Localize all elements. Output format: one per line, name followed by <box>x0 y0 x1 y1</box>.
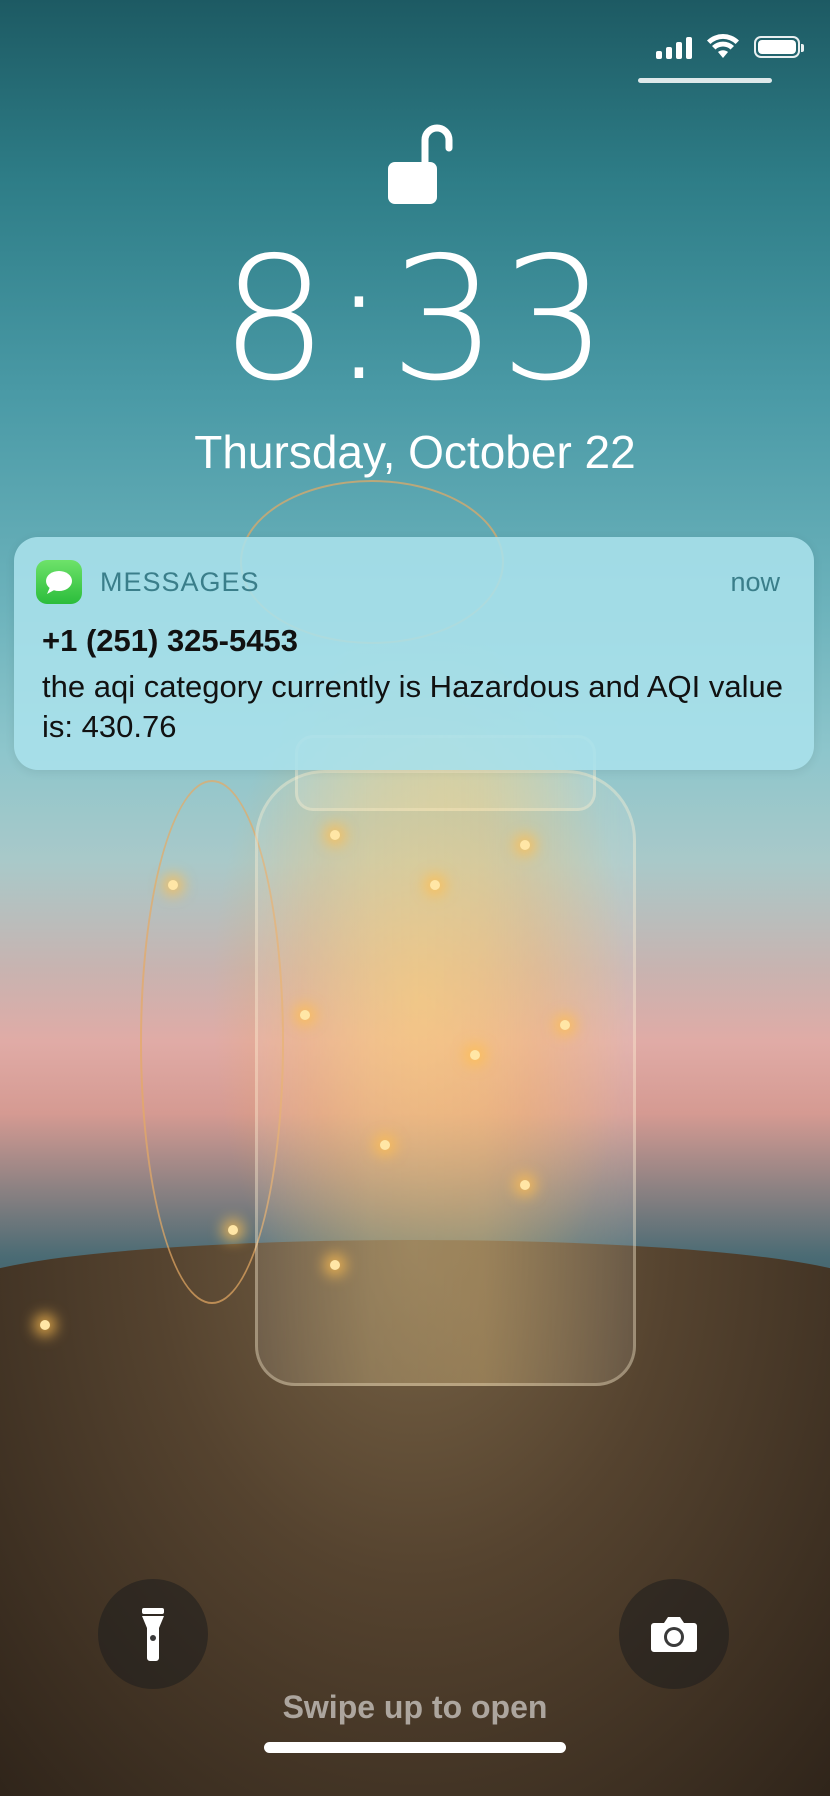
notification-body: the aqi category currently is Hazardous … <box>42 669 783 744</box>
lock-screen-time: 8:33 <box>220 221 610 419</box>
cellular-signal-icon <box>656 35 692 59</box>
fairy-light <box>560 1020 570 1030</box>
status-bar <box>656 34 804 60</box>
control-center-indicator[interactable] <box>638 78 772 83</box>
fairy-light <box>330 830 340 840</box>
mason-jar <box>255 770 636 1386</box>
message-notification[interactable]: MESSAGES now +1 (251) 325-5453 the aqi c… <box>14 537 814 770</box>
wifi-icon <box>707 34 739 58</box>
camera-icon <box>651 1617 697 1652</box>
battery-level <box>758 40 796 54</box>
notification-header: MESSAGES now <box>36 559 780 605</box>
unlocked-padlock-icon <box>388 124 453 204</box>
messages-app-icon <box>36 560 82 604</box>
swipe-up-hint: Swipe up to open <box>282 1689 548 1725</box>
fairy-light <box>430 880 440 890</box>
home-indicator[interactable] <box>264 1742 566 1753</box>
fairy-light <box>520 840 530 850</box>
notification-timestamp: now <box>730 566 780 597</box>
flashlight-button[interactable] <box>98 1579 208 1689</box>
fairy-light <box>300 1010 310 1020</box>
fairy-light <box>228 1225 238 1235</box>
notification-app-name: MESSAGES <box>100 566 260 597</box>
fairy-light <box>330 1260 340 1270</box>
fairy-light <box>470 1050 480 1060</box>
fairy-light <box>520 1180 530 1190</box>
fairy-light <box>380 1140 390 1150</box>
fairy-light <box>168 880 178 890</box>
flashlight-icon <box>142 1608 164 1661</box>
fairy-light <box>40 1320 50 1330</box>
notification-sender: +1 (251) 325-5453 <box>42 623 298 658</box>
camera-button[interactable] <box>619 1579 729 1689</box>
lock-screen-date: Thursday, October 22 <box>194 426 636 478</box>
battery-icon <box>754 36 804 58</box>
